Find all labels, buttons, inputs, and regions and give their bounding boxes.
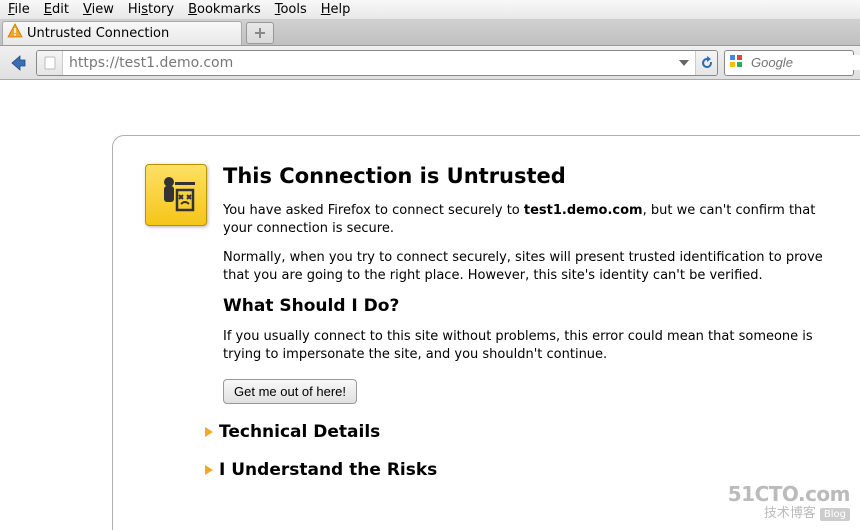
expander-arrow-icon xyxy=(205,465,213,475)
back-button[interactable] xyxy=(6,51,30,75)
expander-arrow-icon xyxy=(205,427,213,437)
error-paragraph-3: If you usually connect to this site with… xyxy=(223,328,833,363)
untrusted-badge-icon xyxy=(145,164,207,226)
watermark-badge: Blog xyxy=(820,508,850,521)
technical-details-expander[interactable]: Technical Details xyxy=(205,422,840,442)
watermark-line2: 技术博客 xyxy=(764,506,816,521)
error-subtitle: What Should I Do? xyxy=(223,296,840,316)
expander-label: I Understand the Risks xyxy=(219,460,437,480)
error-card: This Connection is Untrusted You have as… xyxy=(112,135,860,530)
chevron-down-icon xyxy=(679,60,689,66)
menu-edit[interactable]: Edit xyxy=(44,2,69,17)
understand-risks-expander[interactable]: I Understand the Risks xyxy=(205,460,840,480)
identity-box[interactable] xyxy=(37,51,63,75)
search-box[interactable] xyxy=(724,50,854,76)
error-body: This Connection is Untrusted You have as… xyxy=(223,164,840,502)
watermark-line1: 51CTO.com xyxy=(728,482,850,506)
error-paragraph-2: Normally, when you try to connect secure… xyxy=(223,249,833,284)
menu-view[interactable]: View xyxy=(83,2,114,17)
page-icon xyxy=(43,56,57,70)
menu-history[interactable]: History xyxy=(128,2,174,17)
url-domain: demo.com xyxy=(159,55,233,71)
content-area: This Connection is Untrusted You have as… xyxy=(0,80,860,530)
tab-active[interactable]: Untrusted Connection xyxy=(2,21,242,45)
error-hostname: test1.demo.com xyxy=(524,203,643,218)
navbar: https://test1.demo.com xyxy=(0,46,860,80)
google-icon xyxy=(729,54,743,72)
url-prefix: https://test1. xyxy=(69,55,159,71)
back-arrow-icon xyxy=(8,53,28,73)
warning-icon xyxy=(7,23,23,43)
url-text[interactable]: https://test1.demo.com xyxy=(63,55,673,71)
tabbar: Untrusted Connection xyxy=(0,20,860,46)
reload-icon xyxy=(699,55,715,71)
expander-label: Technical Details xyxy=(219,422,380,442)
urlbar[interactable]: https://test1.demo.com xyxy=(36,50,718,76)
error-title: This Connection is Untrusted xyxy=(223,164,840,188)
get-out-button[interactable]: Get me out of here! xyxy=(223,379,357,404)
menubar: File Edit View History Bookmarks Tools H… xyxy=(0,0,860,20)
menu-bookmarks[interactable]: Bookmarks xyxy=(188,2,261,17)
menu-help[interactable]: Help xyxy=(321,2,351,17)
url-dropdown-button[interactable] xyxy=(673,51,695,75)
watermark: 51CTO.com 技术博客 Blog xyxy=(728,482,850,522)
menu-file[interactable]: File xyxy=(8,2,30,17)
plus-icon xyxy=(254,27,266,39)
tab-title: Untrusted Connection xyxy=(27,26,169,41)
reload-button[interactable] xyxy=(695,51,717,75)
new-tab-button[interactable] xyxy=(246,22,274,44)
menu-tools[interactable]: Tools xyxy=(275,2,307,17)
error-paragraph-1: You have asked Firefox to connect secure… xyxy=(223,202,833,237)
search-input[interactable] xyxy=(751,55,860,70)
